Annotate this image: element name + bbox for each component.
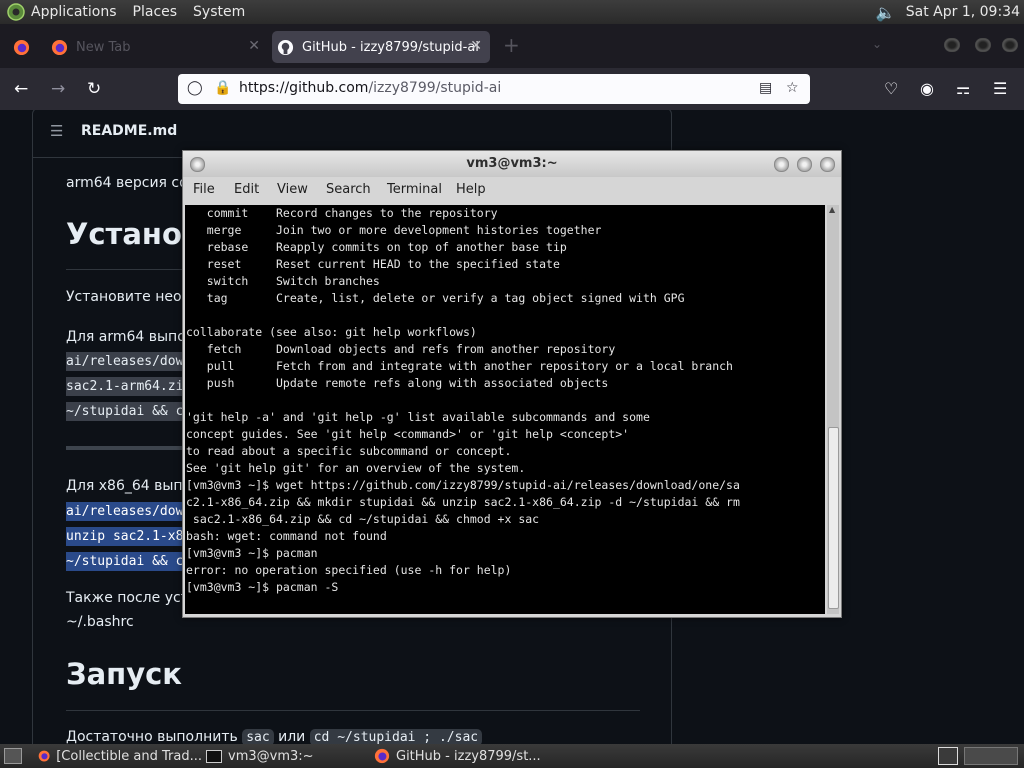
terminal-screen[interactable]: commit Record changes to the repository … (185, 205, 825, 614)
new-tab-icon[interactable]: + (503, 33, 520, 57)
terminal-window[interactable]: vm3@vm3:~ File Edit View Search Terminal… (182, 150, 842, 618)
close-tab-icon[interactable]: ✕ (470, 38, 482, 54)
minimize-window-icon[interactable] (944, 38, 960, 52)
taskbar-item-firefox-collectible[interactable]: [Collectible and Trad... (38, 746, 202, 766)
menu-terminal[interactable]: Terminal (387, 182, 442, 197)
bashrc-text: ~/.bashrc (66, 614, 134, 630)
forward-arrow-icon[interactable]: → (51, 79, 65, 99)
taskbar-item-terminal[interactable]: vm3@vm3:~ (206, 746, 366, 766)
shield-icon[interactable]: ◯ (187, 80, 203, 96)
tab-label: GitHub - izzy8799/stupid-ai (302, 39, 479, 55)
clock[interactable]: Sat Apr 1, 09:34 (906, 4, 1020, 20)
scrollbar-thumb[interactable] (828, 427, 839, 609)
scroll-up-icon[interactable]: ▲ (829, 205, 835, 214)
tab-label: New Tab (76, 39, 131, 55)
close-window-icon[interactable] (820, 157, 835, 172)
url-text[interactable]: https://github.com/izzy8799/stupid-ai (239, 80, 501, 96)
github-icon (277, 39, 294, 55)
maximize-window-icon[interactable] (975, 38, 991, 52)
run-heading: Запуск (66, 657, 182, 691)
x86-code-line: unzip sac2.1-x8 (66, 527, 184, 546)
arm64-code-line: ~/stupidai && c (66, 402, 184, 421)
extensions-icon[interactable]: ⚎ (956, 79, 970, 98)
bottom-taskbar: [Collectible and Trad... vm3@vm3:~ GitHu… (0, 744, 1024, 768)
x86-intro-text: Для x86_64 вып (66, 478, 183, 494)
chevron-down-icon[interactable]: ⌄ (872, 37, 882, 51)
outline-list-icon[interactable]: ☰ (50, 122, 63, 140)
inline-code: cd ~/stupidai ; ./sac (309, 729, 483, 744)
terminal-output: commit Record changes to the repository … (186, 206, 740, 594)
firefox-icon (13, 39, 30, 55)
gnome-foot-icon[interactable] (7, 3, 25, 21)
run-text: Достаточно выполнить sac или cd ~/stupid… (66, 729, 483, 744)
firefox-icon (374, 748, 390, 764)
back-arrow-icon[interactable]: ← (14, 79, 28, 99)
minimize-window-icon[interactable] (774, 157, 789, 172)
terminal-scrollbar[interactable]: ▲ (827, 205, 839, 614)
menu-file[interactable]: File (193, 182, 215, 197)
reload-icon[interactable]: ↻ (87, 79, 101, 99)
install-heading: Установ (66, 217, 201, 251)
show-desktop-icon[interactable] (4, 748, 22, 764)
menu-view[interactable]: View (277, 182, 308, 197)
tab-new-tab[interactable]: New Tab ✕ (46, 31, 268, 63)
lock-icon[interactable]: 🔒 (214, 80, 231, 96)
account-icon[interactable]: ◉ (920, 79, 934, 98)
top-panel: Applications Places System 🔈 Sat Apr 1, … (0, 0, 1024, 24)
navigation-toolbar: ← → ↻ ◯ 🔒 https://github.com/izzy8799/st… (0, 68, 1024, 110)
readme-title: README.md (81, 123, 178, 139)
terminal-icon (206, 749, 222, 763)
taskbar-item-firefox-github[interactable]: GitHub - izzy8799/st... (374, 746, 544, 766)
terminal-title: vm3@vm3:~ (466, 156, 558, 171)
terminal-titlebar[interactable]: vm3@vm3:~ (183, 151, 841, 177)
maximize-window-icon[interactable] (797, 157, 812, 172)
menu-help[interactable]: Help (456, 182, 486, 197)
hamburger-menu-icon[interactable]: ☰ (993, 79, 1007, 98)
menu-search[interactable]: Search (326, 182, 371, 197)
arm64-intro-text: Для arm64 выпо (66, 329, 186, 345)
workspace-switcher-1[interactable] (938, 747, 958, 765)
url-bar[interactable]: ◯ 🔒 https://github.com/izzy8799/stupid-a… (178, 74, 810, 104)
menu-edit[interactable]: Edit (234, 182, 259, 197)
close-tab-icon[interactable]: ✕ (248, 38, 260, 54)
x86-code-line: ~/stupidai && c (66, 552, 184, 571)
bookmark-star-icon[interactable]: ☆ (786, 80, 799, 96)
reader-view-icon[interactable]: ▤ (759, 80, 772, 96)
workspace-switcher-2[interactable] (964, 747, 1018, 765)
tab-github[interactable]: GitHub - izzy8799/stupid-ai ✕ (272, 31, 490, 63)
places-menu[interactable]: Places (133, 4, 178, 20)
system-menu[interactable]: System (193, 4, 245, 20)
arm64-version-text: arm64 версия со (66, 175, 188, 191)
volume-icon[interactable]: 🔈 (876, 3, 896, 22)
pocket-icon[interactable]: ♡ (884, 79, 898, 98)
heading-rule (66, 710, 640, 711)
install-text: Установите необ (66, 289, 191, 305)
also-after-text: Также после уст (66, 590, 189, 606)
arm64-code-line: ai/releases/dow (66, 352, 184, 371)
tab-pinned[interactable] (8, 31, 34, 63)
close-window-icon[interactable] (1002, 38, 1018, 52)
firefox-icon (38, 750, 50, 762)
arm64-code-line: sac2.1-arm64.zi (66, 377, 184, 396)
firefox-icon (51, 39, 68, 55)
applications-menu[interactable]: Applications (31, 4, 117, 20)
inline-code: sac (242, 729, 274, 744)
terminal-menubar: File Edit View Search Terminal Help (183, 177, 841, 203)
x86-code-line: ai/releases/dow (66, 502, 184, 521)
